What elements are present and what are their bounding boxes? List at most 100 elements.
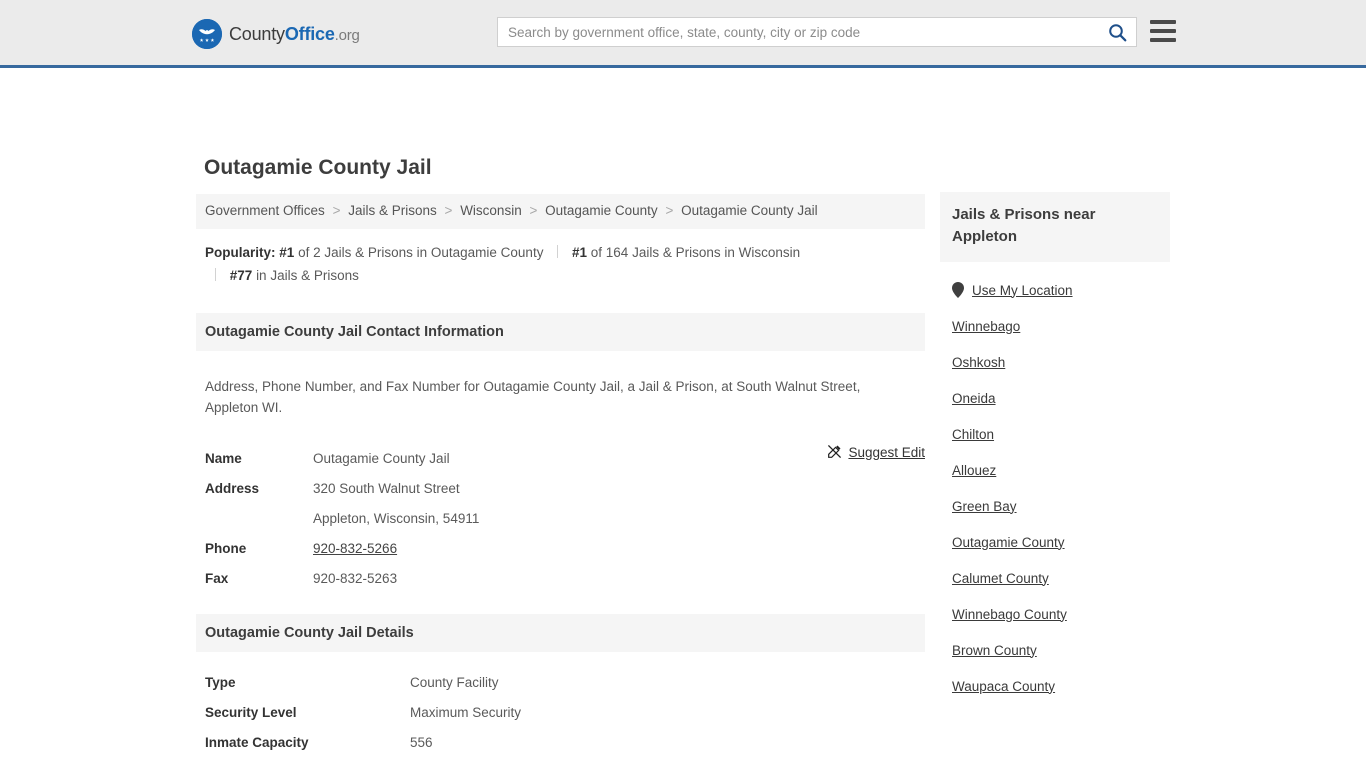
sidebar-item-waupaca-county[interactable]: Waupaca County [952,668,1170,704]
sidebar-item-allouez[interactable]: Allouez [952,452,1170,488]
contact-info-table: Suggest Edit Name Outagamie County Jail … [196,432,925,594]
sidebar-list: Use My Location Winnebago Oshkosh Oneida… [940,262,1170,704]
suggest-edit-label: Suggest Edit [848,445,925,461]
contact-row-address-city: Appleton, Wisconsin, 54911 [205,504,916,534]
breadcrumb: Government Offices > Jails & Prisons > W… [196,194,925,229]
breadcrumb-separator: > [665,203,674,218]
popularity-rank: #1 [279,244,295,260]
sidebar-item-oneida[interactable]: Oneida [952,380,1170,416]
popularity-text: in Jails & Prisons [256,267,359,283]
contact-row-name: Name Outagamie County Jail [205,444,916,474]
sidebar-item-label[interactable]: Allouez [952,463,996,478]
contact-value-phone: 920-832-5266 [313,534,397,564]
contact-value: 920-832-5263 [313,570,398,586]
contact-value: 320 South Walnut Street [313,480,460,496]
sidebar-item-use-my-location[interactable]: Use My Location [952,272,1170,308]
sidebar-item-label[interactable]: Chilton [952,427,994,442]
details-label: Inmate Capacity [205,734,309,750]
sidebar-item-label[interactable]: Brown County [952,643,1037,658]
sidebar: Jails & Prisons near Appleton Use My Loc… [940,192,1170,704]
logo-text-county: County [229,23,285,44]
breadcrumb-separator: > [444,203,453,218]
search-bar[interactable] [497,17,1137,47]
contact-row-address: Address 320 South Walnut Street [205,474,916,504]
logo-text-office: Office [284,23,335,44]
sidebar-item-label[interactable]: Green Bay [952,499,1017,514]
details-value: County Facility [410,674,499,690]
popularity-rank: #77 [229,267,253,283]
sidebar-heading: Jails & Prisons near Appleton [940,192,1170,262]
sidebar-item-label[interactable]: Winnebago County [952,607,1067,622]
contact-value: Appleton, Wisconsin, 54911 [313,510,480,526]
contact-label: Fax [205,570,229,586]
search-icon[interactable] [1098,18,1136,46]
suggest-edit-button[interactable]: Suggest Edit [827,444,925,462]
sidebar-item-label[interactable]: Oshkosh [952,355,1005,370]
hamburger-bar [1150,20,1176,24]
popularity-text: of 2 Jails & Prisons in Outagamie County [298,244,544,260]
popularity-item-national: #77 in Jails & Prisons [230,268,359,283]
breadcrumb-separator: > [332,203,341,218]
main-content: Government Offices > Jails & Prisons > W… [196,194,925,768]
sidebar-item-calumet-county[interactable]: Calumet County [952,560,1170,596]
contact-value: Outagamie County Jail [313,450,450,466]
popularity-divider [215,267,216,281]
page-title: Outagamie County Jail [204,156,432,179]
sidebar-item-label[interactable]: Outagamie County [952,535,1065,550]
details-section-heading: Outagamie County Jail Details [196,613,925,652]
popularity-item-county: #1 of 2 Jails & Prisons in Outagamie Cou… [279,245,547,260]
details-value: 556 [410,734,433,750]
contact-label: Name [205,450,242,466]
logo-text-org: .org [334,26,360,44]
details-label: Security Level [205,704,297,720]
hamburger-menu-icon[interactable] [1150,20,1176,42]
contact-label: Phone [205,540,247,556]
contact-label [205,504,313,534]
popularity-rank: #1 [571,244,588,260]
map-pin-icon [952,282,964,298]
sidebar-item-winnebago-county[interactable]: Winnebago County [952,596,1170,632]
sidebar-item-brown-county[interactable]: Brown County [952,632,1170,668]
details-label: Type [205,674,236,690]
popularity-text: of 164 Jails & Prisons in Wisconsin [590,244,801,260]
details-row-type: Type County Facility [205,668,916,698]
phone-link[interactable]: 920-832-5266 [313,541,397,556]
details-row-inmate-capacity: Inmate Capacity 556 [205,728,916,758]
contact-section-description: Address, Phone Number, and Fax Number fo… [205,379,861,416]
breadcrumb-item-government-offices[interactable]: Government Offices [205,203,325,218]
sidebar-item-label[interactable]: Waupaca County [952,679,1055,694]
hamburger-bar [1150,38,1176,42]
sidebar-item-label[interactable]: Calumet County [952,571,1049,586]
contact-label: Address [205,480,260,496]
sidebar-item-label[interactable]: Oneida [952,391,996,406]
site-logo[interactable]: CountyOffice.org [192,19,360,49]
details-value: Maximum Security [410,704,522,720]
sidebar-item-oshkosh[interactable]: Oshkosh [952,344,1170,380]
site-logo-text: CountyOffice.org [229,24,360,45]
popularity-label: Popularity: [205,244,276,260]
sidebar-item-green-bay[interactable]: Green Bay [952,488,1170,524]
breadcrumb-item-outagamie-county-jail[interactable]: Outagamie County Jail [681,203,818,218]
popularity-section: Popularity: #1 of 2 Jails & Prisons in O… [196,229,925,293]
sidebar-use-my-location-label[interactable]: Use My Location [972,283,1073,298]
hamburger-bar [1150,29,1176,33]
popularity-item-state: #1 of 164 Jails & Prisons in Wisconsin [572,245,800,260]
sidebar-item-label[interactable]: Winnebago [952,319,1020,334]
sidebar-item-chilton[interactable]: Chilton [952,416,1170,452]
site-header: CountyOffice.org [0,0,1366,68]
details-row-security-level: Security Level Maximum Security [205,698,916,728]
contact-section-heading: Outagamie County Jail Contact Informatio… [196,312,925,351]
breadcrumb-item-jails-prisons[interactable]: Jails & Prisons [348,203,437,218]
popularity-divider [557,244,559,258]
contact-row-fax: Fax 920-832-5263 [205,564,916,594]
breadcrumb-item-outagamie-county[interactable]: Outagamie County [545,203,658,218]
breadcrumb-item-wisconsin[interactable]: Wisconsin [460,203,522,218]
edit-pencil-icon [827,444,842,462]
contact-row-phone: Phone 920-832-5266 [205,534,916,564]
sidebar-item-winnebago[interactable]: Winnebago [952,308,1170,344]
details-table: Type County Facility Security Level Maxi… [196,652,925,758]
sidebar-item-outagamie-county[interactable]: Outagamie County [952,524,1170,560]
breadcrumb-separator: > [529,203,538,218]
countyoffice-eagle-logo-icon [192,19,222,49]
search-input[interactable] [498,18,1098,46]
